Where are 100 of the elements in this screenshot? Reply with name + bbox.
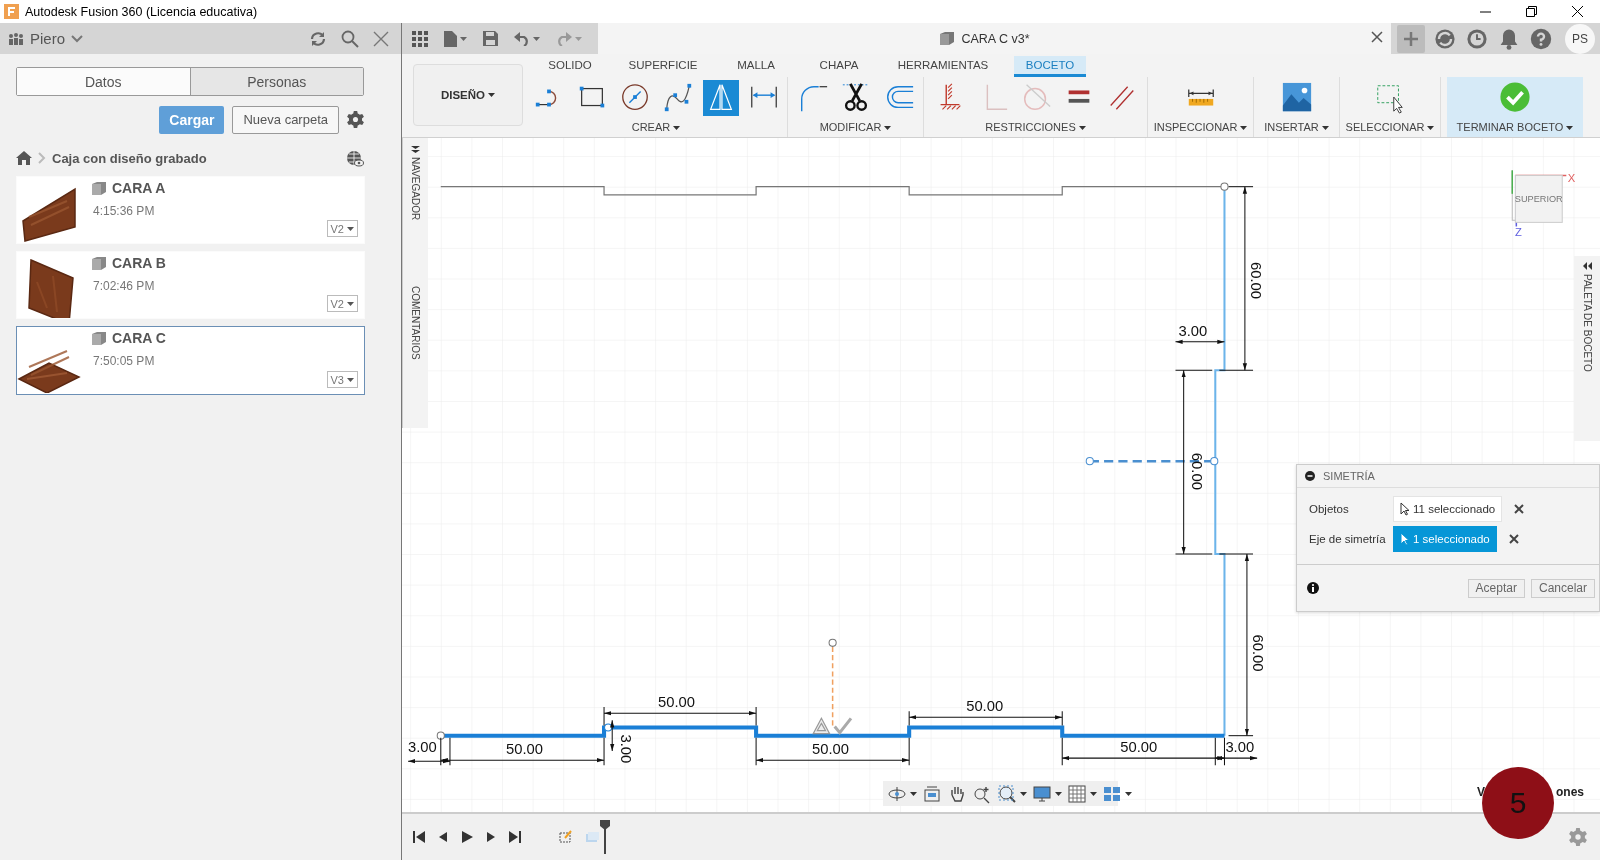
close-icon[interactable]: [1371, 31, 1383, 43]
constraint-icon: [812, 717, 831, 735]
timeline-marker[interactable]: [600, 820, 610, 854]
dimension-label[interactable]: 60.00: [1250, 634, 1267, 672]
dimension-label[interactable]: 50.00: [658, 694, 695, 711]
dimension-label[interactable]: 3.00: [617, 734, 634, 764]
settings-icon[interactable]: [347, 111, 364, 128]
file-card[interactable]: CARA B 7:02:46 PM V2: [16, 251, 365, 319]
dimension-label[interactable]: 50.00: [1120, 739, 1158, 755]
side-tab[interactable]: NAVEGADOR: [410, 157, 421, 221]
cube-icon: [939, 31, 956, 46]
field-label: Eje de simetría: [1309, 533, 1387, 545]
side-tab[interactable]: COMENTARIOS: [410, 286, 421, 360]
dimension-label[interactable]: 60.00: [1189, 452, 1205, 490]
tab[interactable]: BOCETO: [1014, 56, 1086, 77]
status-text: V: [1477, 785, 1485, 799]
dimension-label[interactable]: 60.00: [1248, 262, 1265, 300]
caret-icon: [910, 791, 917, 796]
caret-icon: [1427, 125, 1435, 130]
skip-start-icon[interactable]: [412, 830, 426, 844]
caret-icon: [1055, 791, 1062, 796]
undo-icon[interactable]: [514, 31, 530, 46]
window-title: Autodesk Fusion 360 (Licencia educativa): [25, 4, 259, 19]
clear-icon[interactable]: [1508, 534, 1519, 544]
workspace-menu[interactable]: DISEÑO: [413, 64, 523, 126]
dimension-label[interactable]: 50.00: [812, 741, 850, 758]
apps-grid-icon[interactable]: [410, 28, 430, 49]
caret-icon: [533, 36, 540, 41]
dimension-label[interactable]: 3.00: [1225, 739, 1255, 755]
caret-icon: [460, 36, 467, 41]
file-card[interactable]: CARA C 7:50:05 PM V3: [16, 326, 365, 395]
close-icon[interactable]: [1571, 6, 1583, 17]
dimension-label[interactable]: 3.00: [408, 739, 437, 755]
tab[interactable]: SOLIDO: [530, 56, 610, 77]
home-icon[interactable]: [16, 151, 32, 165]
user-name[interactable]: Piero: [30, 30, 66, 47]
globe-icon[interactable]: [346, 149, 364, 167]
menu-button[interactable]: INSERTAR: [1262, 118, 1331, 135]
cancel-button[interactable]: Cancelar: [1530, 578, 1595, 598]
tab[interactable]: SUPERFICIE: [610, 56, 716, 77]
info-icon[interactable]: [1307, 582, 1319, 594]
plus-icon: [1403, 30, 1419, 47]
tab[interactable]: MALLA: [716, 56, 796, 77]
ok-button[interactable]: Aceptar: [1467, 578, 1525, 598]
version-dropdown[interactable]: V3: [326, 371, 358, 388]
collapse-icon[interactable]: [1582, 262, 1592, 270]
dimension-label[interactable]: 3.00: [1178, 322, 1208, 339]
menu-button[interactable]: MODIFICAR: [817, 118, 894, 135]
sketch-point[interactable]: [604, 723, 613, 732]
restore-icon[interactable]: [1525, 6, 1537, 17]
new-folder-button[interactable]: Nueva carpeta: [232, 105, 339, 134]
add-button[interactable]: [1397, 24, 1425, 53]
play-icon[interactable]: [460, 830, 474, 844]
version-dropdown[interactable]: V2: [326, 295, 358, 312]
clock-icon[interactable]: [1465, 26, 1489, 51]
menu-button[interactable]: CREAR: [629, 118, 683, 135]
sync-icon[interactable]: [1433, 26, 1457, 51]
file-time: 7:50:05 PM: [93, 354, 156, 368]
caret-icon: [575, 36, 582, 41]
version-dropdown[interactable]: V2: [326, 220, 358, 237]
save-icon[interactable]: [481, 29, 500, 48]
team-icon: [8, 32, 24, 45]
mirror-icon[interactable]: [702, 80, 739, 116]
document-tab[interactable]: CARA C v3*: [598, 23, 1391, 54]
display-icon[interactable]: [1032, 783, 1062, 804]
step-number: 5: [1509, 786, 1527, 820]
viewcube[interactable]: [1511, 169, 1568, 228]
caret-icon: [488, 93, 496, 97]
check-icon: [833, 717, 853, 736]
menu-button[interactable]: INSPECCIONAR: [1151, 118, 1250, 135]
help-icon[interactable]: [1529, 26, 1553, 51]
cursor-icon: [1400, 532, 1409, 546]
app-logo-icon: [4, 4, 19, 19]
axis-label: Z: [1514, 225, 1522, 238]
tab[interactable]: Datos: [17, 68, 190, 95]
tab[interactable]: CHAPA: [796, 56, 882, 77]
skip-end-icon[interactable]: [508, 830, 522, 844]
tab[interactable]: HERRAMIENTAS: [882, 56, 1004, 77]
file-name: CARA B: [112, 255, 166, 271]
tab[interactable]: Personas: [189, 68, 363, 95]
selection-field[interactable]: 11 seleccionado: [1393, 496, 1503, 522]
menu-button[interactable]: SELECCIONAR: [1343, 118, 1437, 135]
user-avatar[interactable]: PS: [1565, 23, 1595, 54]
chevron-right-icon: [38, 152, 46, 164]
caret-icon: [1566, 125, 1574, 130]
caret-icon: [1090, 791, 1097, 796]
menu-button[interactable]: RESTRICCIONES: [983, 118, 1088, 135]
dimension-label[interactable]: 50.00: [966, 698, 1004, 715]
field-label: Objetos: [1309, 503, 1350, 515]
grid-icon[interactable]: [1067, 783, 1097, 804]
chevron-down-icon[interactable]: [71, 34, 84, 43]
file-card[interactable]: CARA A 4:15:36 PM V2: [16, 176, 365, 244]
file-menu-button[interactable]: [442, 28, 469, 49]
dimension-label[interactable]: 50.00: [505, 741, 543, 758]
collapse-icon[interactable]: [1305, 471, 1315, 481]
caret-icon: [1078, 125, 1086, 130]
clear-icon[interactable]: [1514, 504, 1525, 514]
zoom-window-icon[interactable]: [997, 783, 1027, 804]
expand-icon[interactable]: [411, 146, 420, 153]
look-at-icon[interactable]: [922, 783, 942, 804]
